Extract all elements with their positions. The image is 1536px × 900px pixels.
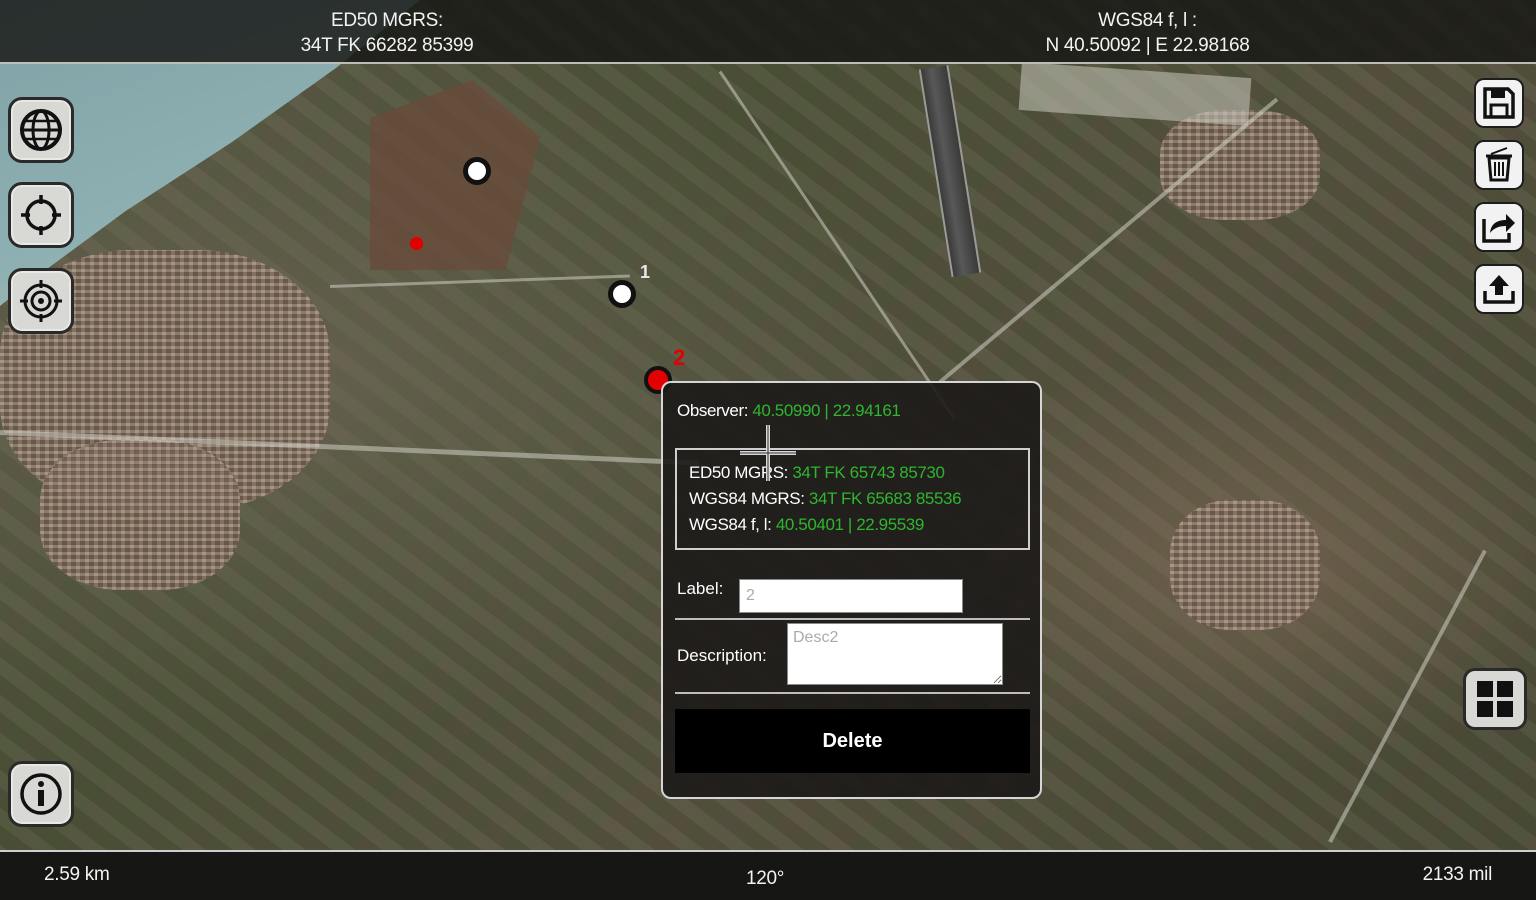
road — [718, 70, 957, 421]
description-input[interactable]: Desc2 — [787, 623, 1003, 685]
road — [938, 97, 1279, 384]
wgs84-fl-value: 40.50401 | 22.95539 — [775, 515, 924, 534]
wgs84-readout: WGS84 f, l : N 40.50092 | E 22.98168 — [1010, 8, 1285, 58]
marker-details-popup: Observer: 40.50990 | 22.94161 ED50 MGRS:… — [661, 381, 1042, 799]
distance-readout: 2.59 km — [44, 864, 110, 885]
mils-readout: 2133 mil — [1422, 864, 1493, 885]
ed50-mgrs-value: 34T FK 66282 85399 — [300, 35, 474, 56]
share-icon — [1482, 214, 1515, 243]
globe-icon — [20, 109, 62, 151]
road — [329, 274, 630, 288]
wgs84-mgrs-row: WGS84 MGRS: 34T FK 65683 85536 — [689, 486, 1016, 512]
marker-2-label: 2 — [673, 345, 686, 370]
observer-label: Observer: — [677, 401, 749, 420]
upload-icon — [1483, 275, 1515, 304]
description-field-label: Description: — [677, 646, 767, 665]
airport-apron — [1018, 62, 1252, 126]
airport-runway — [918, 64, 982, 278]
coordinates-header: ED50 MGRS: 34T FK 66282 85399 WGS84 f, l… — [0, 0, 1536, 64]
wgs84-fl-row: WGS84 f, l: 40.50401 | 22.95539 — [689, 512, 1016, 538]
crosshair-icon — [21, 195, 61, 235]
ed50-value: 34T FK 65743 85730 — [792, 463, 945, 482]
ed50-mgrs-label: ED50 MGRS: — [330, 10, 444, 31]
share-button[interactable] — [1474, 202, 1524, 252]
marker-1-label: 1 — [640, 262, 651, 282]
wgs84-mgrs-label: WGS84 MGRS: — [689, 489, 805, 508]
divider — [675, 618, 1030, 620]
delete-button[interactable]: Delete — [675, 709, 1030, 773]
upload-button[interactable] — [1474, 264, 1524, 314]
label-input[interactable] — [739, 579, 963, 613]
wgs84-fl-label: WGS84 f, l: — [689, 515, 772, 534]
locate-button[interactable] — [8, 182, 74, 248]
town-area — [40, 440, 240, 590]
ed50-mgrs-readout: ED50 MGRS: 34T FK 66282 85399 — [262, 8, 512, 58]
field-area — [370, 80, 540, 270]
map-marker-1[interactable] — [608, 280, 636, 308]
town-area — [1170, 500, 1320, 630]
divider — [675, 692, 1030, 694]
save-icon — [1483, 87, 1515, 119]
observer-value: 40.50990 | 22.94161 — [752, 401, 901, 420]
info-icon — [20, 773, 62, 815]
bearing-readout: 120° — [746, 868, 785, 889]
trash-icon — [1486, 147, 1512, 182]
target-coordinates-box: ED50 MGRS: 34T FK 65743 85730 WGS84 MGRS… — [675, 448, 1030, 550]
wgs84-label: WGS84 f, l : — [1098, 10, 1197, 31]
info-button[interactable] — [8, 761, 74, 827]
wgs84-value: N 40.50092 | E 22.98168 — [1045, 35, 1250, 56]
observer-line: Observer: 40.50990 | 22.94161 — [677, 401, 901, 421]
label-field-label: Label: — [677, 579, 724, 598]
target-button[interactable] — [8, 268, 74, 334]
layers-grid-button[interactable] — [1463, 668, 1527, 730]
map-marker-position — [410, 237, 423, 250]
map-crosshair-icon — [740, 425, 796, 481]
map-marker-observer[interactable] — [463, 157, 491, 185]
grid-icon — [1477, 681, 1513, 717]
target-icon — [20, 280, 62, 322]
measurement-footer: 2.59 km 120° 2133 mil — [0, 850, 1536, 900]
delete-all-button[interactable] — [1474, 140, 1524, 190]
save-button[interactable] — [1474, 78, 1524, 128]
wgs84-mgrs-value: 34T FK 65683 85536 — [808, 489, 962, 508]
globe-button[interactable] — [8, 97, 74, 163]
